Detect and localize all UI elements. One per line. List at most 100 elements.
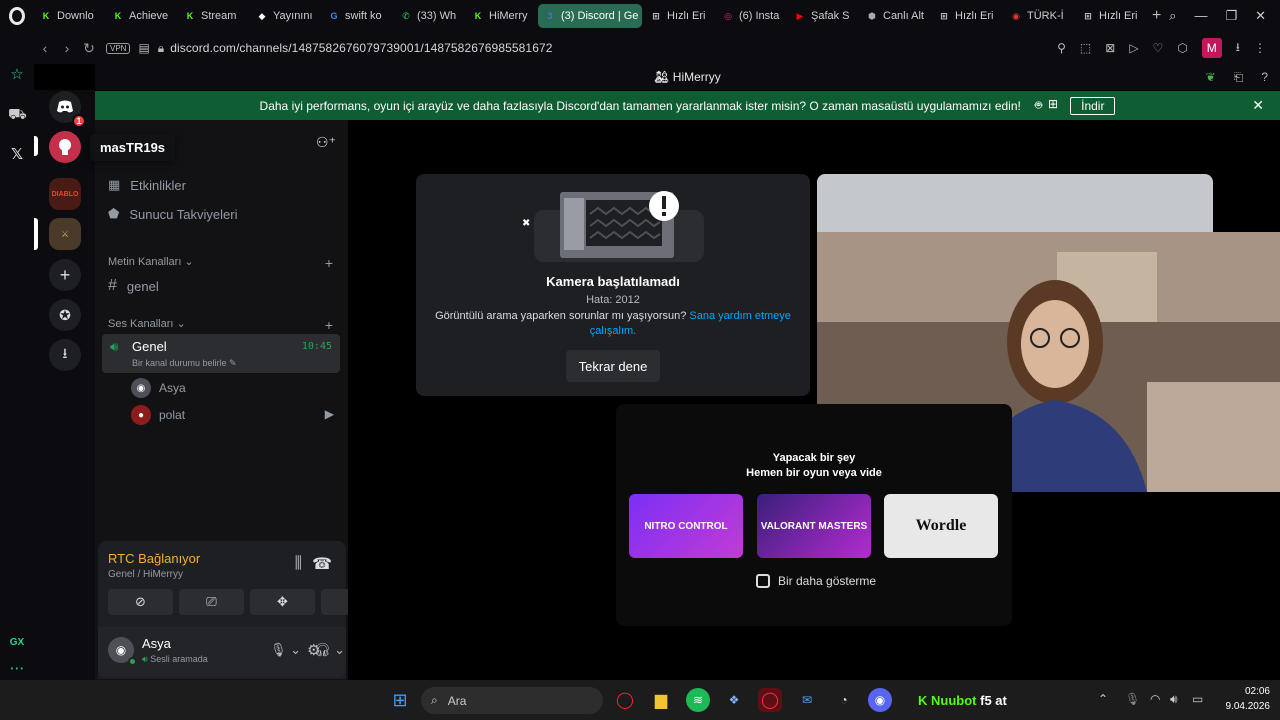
invite-icon[interactable]: ⚇⁺ bbox=[316, 134, 336, 151]
kick-notification[interactable]: K Nuubot f5 at bbox=[918, 693, 1007, 708]
soundwave-icon[interactable]: ⫼ bbox=[295, 555, 302, 573]
user-name[interactable]: Asya bbox=[142, 636, 171, 651]
voice-channel-genel[interactable]: 🔊︎ Genel 10:45 Bir kanal durumu belirle … bbox=[102, 334, 340, 373]
browser-tab[interactable]: Gswift ko bbox=[322, 4, 392, 28]
screen-share-button[interactable]: ⎚ bbox=[179, 589, 244, 615]
spotify-icon[interactable]: ≋ bbox=[686, 688, 710, 712]
windows-icon[interactable]: ⊞ bbox=[1048, 97, 1058, 114]
vpn-badge[interactable]: VPN bbox=[106, 42, 131, 54]
diablo-server-icon[interactable]: DIABLO bbox=[49, 178, 81, 210]
video-tile[interactable] bbox=[817, 174, 1213, 232]
snapshot-icon[interactable]: ⬚ bbox=[1080, 41, 1091, 55]
shopping-icon[interactable]: ⛟ bbox=[8, 106, 27, 124]
browser-tab[interactable]: ⬢ Canlı Alt bbox=[860, 4, 930, 28]
browser-tab[interactable]: ◉ TÜRK-İ bbox=[1004, 4, 1074, 28]
outlook-icon[interactable]: ✉ bbox=[795, 688, 819, 712]
opera-gx-icon[interactable]: ◯ bbox=[758, 688, 782, 712]
taskbar-search[interactable]: ⌕ Ara bbox=[421, 687, 603, 714]
opera-logo-icon[interactable] bbox=[0, 0, 34, 32]
browser-tab[interactable]: K Achieve bbox=[106, 4, 176, 28]
game-card-valorant[interactable]: VALORANT MASTERS bbox=[757, 494, 871, 558]
close-icon[interactable]: ✕ bbox=[1252, 97, 1264, 114]
heart-icon[interactable]: ♡ bbox=[1153, 41, 1164, 55]
tab-search-icon[interactable]: ⌕ bbox=[1169, 8, 1176, 24]
download-button[interactable]: İndir bbox=[1070, 96, 1116, 115]
volume-icon[interactable]: 🔊︎ bbox=[1170, 692, 1178, 707]
dont-show-checkbox[interactable]: Bir daha gösterme bbox=[756, 574, 876, 588]
explore-icon[interactable]: ✪ bbox=[49, 299, 81, 331]
voice-member-polat[interactable]: ● polat bbox=[131, 405, 185, 425]
battery-icon[interactable]: ▭ bbox=[1192, 692, 1203, 706]
game-server-icon[interactable]: ⚔ bbox=[49, 218, 81, 250]
checkbox[interactable] bbox=[756, 574, 770, 588]
game-card-nitro[interactable]: NITRO CONTROL bbox=[629, 494, 743, 558]
download-icon[interactable]: ⭳ bbox=[1236, 38, 1240, 59]
browser-tab[interactable]: K Stream bbox=[178, 4, 248, 28]
more-icon[interactable]: ⋯ bbox=[8, 660, 26, 678]
browser-tab[interactable]: ◆ Yayınını bbox=[250, 4, 320, 28]
browser-tab[interactable]: K HiMerry bbox=[466, 4, 536, 28]
new-tab-button[interactable]: + bbox=[1152, 7, 1161, 25]
discord-home-icon[interactable]: 1 bbox=[49, 91, 86, 128]
add-server-icon[interactable]: + bbox=[49, 259, 81, 291]
voice-status[interactable]: Bir kanal durumu belirle ✎ bbox=[132, 358, 237, 369]
maximize-button[interactable]: ❐ bbox=[1225, 8, 1237, 24]
disconnect-icon[interactable]: ☎ bbox=[312, 554, 332, 574]
settings-gear-icon[interactable]: ⚙ bbox=[307, 641, 320, 659]
microphone-icon[interactable]: 🎙︎ ⌄ bbox=[270, 642, 301, 658]
x-twitter-icon[interactable]: 𝕏 bbox=[8, 146, 26, 164]
browser-tab[interactable]: ⊞ Hızlı Eri bbox=[644, 4, 714, 28]
rtc-subtitle[interactable]: Genel / HiMerryy bbox=[108, 569, 183, 580]
profile-avatar[interactable]: M bbox=[1201, 38, 1222, 58]
game-card-wordle[interactable]: Wordle bbox=[884, 494, 998, 558]
camera-off-button[interactable]: ⊘ bbox=[108, 589, 173, 615]
add-voice-channel-icon[interactable]: + bbox=[325, 317, 333, 333]
windows-start-icon[interactable]: ⊞ bbox=[388, 688, 412, 712]
clock[interactable]: 02:06 9.04.2026 bbox=[1226, 684, 1271, 714]
opera-icon[interactable]: ◯ bbox=[613, 688, 637, 712]
leaf-icon[interactable]: ❦ bbox=[1206, 64, 1216, 90]
discord-taskbar-icon[interactable]: ◉ bbox=[868, 688, 892, 712]
file-explorer-icon[interactable]: ▆ bbox=[649, 688, 673, 712]
rtc-title[interactable]: RTC Bağlanıyor bbox=[108, 551, 200, 566]
browser-tab[interactable]: ◎ (6) Insta bbox=[716, 4, 786, 28]
browser-tab[interactable]: ✆ (33) Wh bbox=[394, 4, 464, 28]
browser-tab[interactable]: 3 (3) Discord | Ge bbox=[538, 4, 642, 28]
page-info-icon[interactable]: ▤ bbox=[138, 41, 149, 55]
channel-genel[interactable]: # genel bbox=[108, 277, 159, 295]
wifi-icon[interactable]: ◠ bbox=[1150, 692, 1160, 706]
menu-icon[interactable]: ⋮ bbox=[1254, 41, 1266, 55]
android-icon[interactable]: 🤖︎ bbox=[1035, 97, 1042, 114]
url-field[interactable]: discord.com/channels/1487582676079739001… bbox=[170, 41, 552, 55]
play-icon[interactable]: ▷ bbox=[1129, 41, 1138, 55]
inbox-icon[interactable]: ⎗ bbox=[1234, 64, 1244, 90]
add-text-channel-icon[interactable]: + bbox=[325, 255, 333, 271]
retry-button[interactable]: Tekrar dene bbox=[566, 350, 660, 382]
events-item[interactable]: ▦ Etkinlikler bbox=[108, 177, 186, 193]
download-apps-icon[interactable]: ⭳ bbox=[49, 339, 81, 371]
text-category[interactable]: Metin Kanalları ⌄ + bbox=[108, 255, 333, 271]
boosts-item[interactable]: ⬟ Sunucu Takviyeleri bbox=[108, 206, 237, 222]
pin-icon[interactable]: ⚲ bbox=[1057, 41, 1066, 55]
tray-chevron-icon[interactable]: ⌃ bbox=[1098, 692, 1108, 706]
minimize-button[interactable]: — bbox=[1194, 8, 1207, 24]
browser-tab[interactable]: ▶ Şafak S bbox=[788, 4, 858, 28]
forward-button[interactable]: › bbox=[56, 40, 78, 56]
star-icon[interactable]: ☆ bbox=[8, 66, 26, 84]
activities-button[interactable]: ✥ bbox=[250, 589, 315, 615]
reload-button[interactable]: ↻ bbox=[78, 40, 100, 57]
block-icon[interactable]: ⊠ bbox=[1105, 41, 1115, 55]
gx-label[interactable]: GX bbox=[8, 634, 26, 652]
lock-icon[interactable]: 🔒︎ bbox=[158, 41, 164, 56]
back-button[interactable]: ‹ bbox=[34, 40, 56, 56]
help-icon[interactable]: ? bbox=[1261, 64, 1268, 90]
browser-tab[interactable]: ⊞ Hızlı Eri bbox=[1076, 4, 1146, 28]
voice-category[interactable]: Ses Kanalları ⌄ + bbox=[108, 317, 333, 333]
obs-icon[interactable]: ◔ bbox=[832, 688, 856, 712]
app-icon[interactable]: ❖ bbox=[722, 688, 746, 712]
browser-tab[interactable]: K Downlo bbox=[34, 4, 104, 28]
mic-tray-icon[interactable]: 🎙︎ bbox=[1125, 692, 1140, 706]
browser-tab[interactable]: ⊞ Hızlı Eri bbox=[932, 4, 1002, 28]
close-window-button[interactable]: ✕ bbox=[1255, 8, 1266, 24]
server-avatar-icon[interactable] bbox=[49, 131, 81, 163]
